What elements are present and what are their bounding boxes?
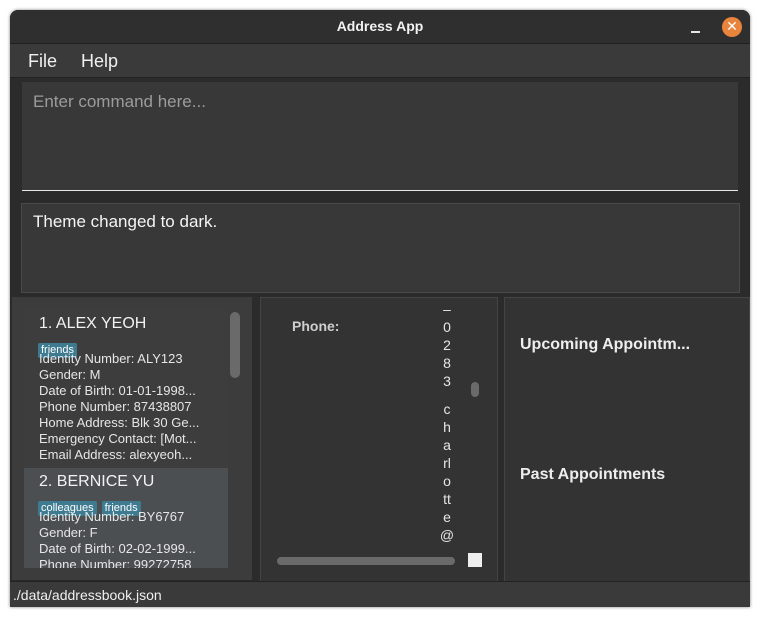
date-of-birth: Date of Birth: 01-01-1998... — [39, 383, 196, 398]
value-char: @ — [439, 527, 455, 543]
value-char: h — [443, 419, 451, 435]
scroll-corner — [468, 553, 482, 567]
person-name: 1. ALEX YEOH — [39, 315, 147, 332]
detail-horizontal-scrollbar[interactable] — [277, 557, 455, 565]
gender: Gender: F — [39, 525, 98, 540]
value-char: a — [443, 437, 451, 453]
appointments-panel: Upcoming Appointm... Past Appointments — [504, 297, 750, 582]
phone-number: Phone Number: 87438807 — [39, 399, 192, 414]
email-address: Email Address: alexyeoh... — [39, 447, 193, 462]
menu-bar: File Help — [10, 44, 750, 78]
menu-help[interactable]: Help — [81, 51, 118, 72]
value-char: 2 — [443, 337, 451, 353]
result-display: Theme changed to dark. — [21, 203, 740, 293]
list-scrollbar[interactable] — [230, 312, 240, 378]
home-address: Home Address: Blk 30 Ge... — [39, 415, 200, 430]
result-text: Theme changed to dark. — [33, 212, 218, 231]
phone-email-value: – 0 2 8 3 c h a rl o tt e @ — [439, 300, 455, 544]
value-char: c — [443, 401, 451, 417]
person-detail-panel: Phone: – 0 2 8 3 c h a rl o tt e @ — [260, 297, 498, 582]
window-title: Address App — [336, 18, 424, 34]
phone-label: Phone: — [292, 318, 340, 334]
value-char: 8 — [443, 355, 451, 371]
gender: Gender: M — [39, 367, 101, 382]
identity-number: Identity Number: BY6767 — [39, 509, 185, 524]
person-name: 2. BERNICE YU — [39, 473, 155, 490]
status-bar: ./data/addressbook.json — [10, 581, 750, 607]
menu-file[interactable]: File — [28, 51, 57, 72]
value-char: tt — [443, 491, 451, 507]
close-button[interactable]: ✕ — [722, 17, 742, 37]
person-list-panel: 1. ALEX YEOH friends Identity Number: AL… — [12, 297, 252, 580]
value-char: 3 — [443, 373, 451, 389]
close-icon: ✕ — [726, 19, 738, 35]
title-bar: Address App ✕ — [10, 10, 750, 44]
person-card[interactable]: 1. ALEX YEOH friends Identity Number: AL… — [24, 310, 228, 467]
upcoming-appointments-title: Upcoming Appointm... — [520, 336, 691, 353]
past-appointments-title: Past Appointments — [520, 466, 666, 483]
value-char: 0 — [443, 319, 451, 335]
value-char: – — [443, 301, 451, 317]
identity-number: Identity Number: ALY123 — [39, 351, 183, 366]
date-of-birth: Date of Birth: 02-02-1999... — [39, 541, 196, 556]
detail-vertical-scrollbar[interactable] — [471, 382, 479, 397]
command-box[interactable]: Enter command here... — [22, 82, 738, 191]
emergency-contact: Emergency Contact: [Mot... — [39, 431, 197, 446]
value-char: rl — [443, 455, 451, 471]
value-char: e — [443, 509, 451, 525]
app-window: Address App ✕ File Help Enter command he… — [10, 10, 750, 607]
phone-number: Phone Number: 99272758 — [39, 557, 192, 568]
person-card[interactable]: 2. BERNICE YU colleagues friends Identity… — [24, 468, 228, 568]
status-file-path: ./data/addressbook.json — [13, 587, 162, 603]
minimize-button[interactable] — [688, 20, 704, 36]
value-char: o — [443, 473, 451, 489]
command-input[interactable]: Enter command here... — [33, 92, 206, 112]
